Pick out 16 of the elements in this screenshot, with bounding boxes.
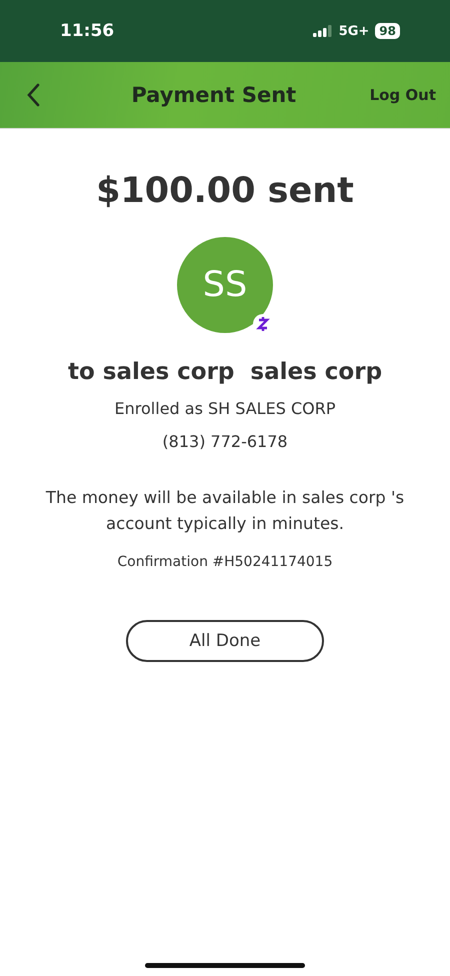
status-time: 11:56 [60, 21, 114, 41]
page-title: Payment Sent [130, 83, 298, 107]
signal-icon [312, 25, 333, 37]
log-out-button[interactable]: Log Out [370, 86, 436, 104]
confirmation-number: Confirmation #H50241174015 [117, 554, 333, 570]
recipient-name: to sales corp sales corp [68, 359, 382, 385]
enrolled-label: Enrolled as SH SALES CORP [114, 399, 336, 418]
back-icon[interactable] [26, 83, 40, 107]
battery-indicator: 98 [375, 23, 400, 39]
amount-heading: $100.00 sent [96, 171, 354, 211]
avatar-initials: SS [202, 265, 248, 305]
all-done-button[interactable]: All Done [126, 620, 324, 662]
dollar-badge-icon [253, 314, 273, 334]
availability-message: The money will be available in sales corp 's account typically in minutes. [44, 487, 406, 536]
phone-number: (813) 772-6178 [162, 432, 288, 451]
network-label: 5G+ [338, 24, 370, 38]
